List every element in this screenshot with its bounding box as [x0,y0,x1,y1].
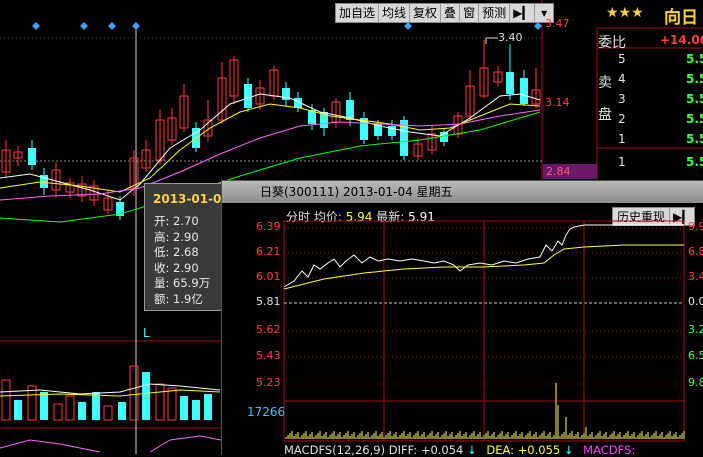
stock-name: 向日 [664,8,698,28]
intraday-price-label: 5.62 [256,323,281,336]
intraday-price-label: 6.39 [256,220,281,233]
volume-bar [53,403,63,421]
sell-label-1: 卖 [598,75,612,91]
order-price: 5.5 [686,52,703,66]
event-diamond-icon [80,22,88,30]
volume-bar [142,372,150,420]
dea-down-icon: ↓ [563,443,574,457]
macd-short: MACDFS: [583,443,636,457]
intraday-price-label: 6.21 [256,245,281,258]
intraday-pct-label: 6.5 [688,349,703,362]
overlay-button[interactable]: 叠 [441,4,461,22]
price-low-label: 2.84 [546,165,571,178]
order-level: 4 [618,72,626,86]
price-mid-label: 3.14 [545,96,570,109]
forecast-button[interactable]: 预测 [479,4,511,22]
volume-bar [118,402,126,420]
intraday-pct-label: 3.2 [688,323,703,336]
volume-bar [167,387,177,421]
ma10-line [0,103,541,193]
candle-body [244,84,252,108]
order-level: 2 [618,112,626,126]
diff-down-icon: ↓ [467,443,477,457]
intraday-chart [283,220,685,442]
order-price: 5.5 [686,72,703,86]
volume-bar [155,383,165,421]
volume-bar [204,394,212,420]
event-diamond-icon [534,22,542,30]
indicator-line [149,435,222,453]
intraday-price-label: 5.81 [256,295,281,308]
macd-diff: MACDFS(12,26,9) DIFF: +0.054 [284,443,464,457]
candle-body [520,78,528,104]
indicator-line [0,439,101,453]
volume-bar [129,365,139,421]
intraday-pct-label: 0.0 [688,295,703,308]
play-icon[interactable]: ▶▎ [510,4,536,22]
window-button[interactable]: 窗 [460,4,480,22]
macd-readout: MACDFS(12,26,9) DIFF: +0.054 ↓ DEA: +0.0… [284,443,635,457]
price-high-label: 3.47 [545,17,570,30]
l-marker: L [143,326,150,340]
intraday-window[interactable]: 日葵(300111) 2013-01-04 星期五 分时 均价: 5.94 最新… [221,180,703,457]
event-diamond-icon [132,22,140,30]
order-price: 5.5 [686,92,703,106]
volume-bar [1,379,11,421]
order-level: 5 [618,52,626,66]
chart-toolbar: 加自选 均线 复权 叠 窗 预测 ▶▎ ▾ [335,3,555,23]
event-diamond-icon [404,22,412,30]
intraday-price-label: 6.01 [256,270,281,283]
volume-bar [103,405,113,421]
volume-bar [92,392,100,420]
intraday-pct-label: 3.4 [688,270,703,283]
event-diamond-icon [32,22,40,30]
volume-bar [40,392,48,420]
adjust-price-button[interactable]: 复权 [410,4,442,22]
intraday-pct-label: 9.8 [688,376,703,389]
intraday-pct-label: 9.9 [688,220,703,233]
order-price: 5.5 [686,155,703,169]
intraday-price-label: 5.43 [256,349,281,362]
volume-label: 17266 [247,405,286,419]
add-favorite-button[interactable]: 加自选 [336,4,380,22]
volume-bar [27,385,37,421]
intraday-price-label: 5.23 [256,376,281,389]
weibi-value: +14.06 [660,33,703,47]
volume-bar [180,396,188,420]
moving-average-button[interactable]: 均线 [379,4,411,22]
intraday-pct-label: 6.8 [688,245,703,258]
price-peak-label: 3.40 [498,31,523,44]
stars-rating: ★★★ [606,5,644,21]
order-level: 1 [618,155,626,169]
weibi-label: 委比 [598,35,626,51]
candle-body [28,148,36,165]
candle-body [506,72,514,94]
sell-label-2: 盘 [598,107,612,123]
order-level: 1 [618,132,626,146]
order-level: 3 [618,92,626,106]
order-price: 5.5 [686,112,703,126]
volume-bar [192,400,200,420]
order-price: 5.5 [686,132,703,146]
event-diamond-icon [108,22,116,30]
volume-bar [14,400,22,420]
volume-bar [65,395,75,421]
macd-dea: DEA: +0.055 [486,443,561,457]
volume-bar [78,402,86,420]
